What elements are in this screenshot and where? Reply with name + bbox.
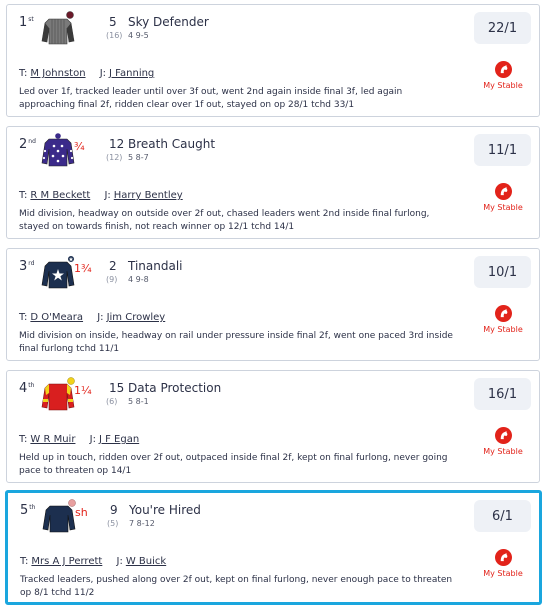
- connections: T: Mrs A J Perrett J: W Buick: [20, 556, 167, 567]
- saddle-number: 15: [109, 381, 125, 395]
- my-stable-button[interactable]: My Stable: [482, 305, 524, 334]
- horse-name: Tinandali: [128, 259, 183, 273]
- race-comment: Held up in touch, ridden over 2f out, ou…: [19, 453, 448, 476]
- horse-name: Breath Caught: [128, 137, 216, 151]
- horse-head-icon: [494, 61, 512, 78]
- age-weight: 5 8-1: [128, 397, 149, 406]
- trainer-link[interactable]: Mrs A J Perrett: [31, 556, 102, 567]
- trainer-link[interactable]: M Johnston: [30, 68, 85, 79]
- result-card: 1st 5 (16) Sky Defender 4 9-5 22/1 T: M J…: [6, 4, 540, 117]
- race-comment: Mid division, headway on outside over 2f…: [19, 209, 430, 232]
- jockey-silk-icon: [42, 499, 76, 533]
- connections: T: M Johnston J: J Fanning: [19, 68, 155, 79]
- trainer-link[interactable]: D O'Meara: [30, 312, 83, 323]
- saddle-number: 2: [109, 259, 117, 273]
- draw-number: (9): [106, 275, 118, 284]
- odds-button[interactable]: 16/1: [474, 378, 531, 410]
- odds-button[interactable]: 10/1: [474, 256, 531, 288]
- saddle-number: 5: [109, 15, 117, 29]
- horse-name: Data Protection: [128, 381, 222, 395]
- trainer-link[interactable]: R M Beckett: [30, 190, 90, 201]
- jockey-link[interactable]: J F Egan: [99, 434, 139, 445]
- distance-beaten: ¾: [74, 140, 85, 153]
- result-card-selected[interactable]: 5th sh 9 (5) You're Hired 7 8-12 6/1 T: M…: [5, 490, 542, 605]
- finish-position: 3rd: [19, 259, 35, 274]
- odds-button[interactable]: 22/1: [474, 12, 531, 44]
- connections: T: D O'Meara J: Jim Crowley: [19, 312, 166, 323]
- my-stable-button[interactable]: My Stable: [482, 183, 524, 212]
- my-stable-button[interactable]: My Stable: [482, 549, 524, 578]
- jockey-silk-icon: [41, 133, 75, 167]
- jockey-silk-icon: [41, 255, 75, 289]
- draw-number: (6): [106, 397, 118, 406]
- finish-position: 5th: [20, 503, 36, 518]
- distance-beaten: 1¼: [74, 384, 92, 397]
- odds-button[interactable]: 11/1: [474, 134, 531, 166]
- horse-name: Sky Defender: [128, 15, 209, 29]
- age-weight: 5 8-7: [128, 153, 149, 162]
- finish-position: 2nd: [19, 137, 36, 152]
- draw-number: (5): [107, 519, 119, 528]
- result-card: 3rd 1¾ 2 (9) Tinandali 4 9-8 10/1 T: D O'…: [6, 248, 540, 361]
- jockey-link[interactable]: Jim Crowley: [107, 312, 166, 323]
- trainer-link[interactable]: W R Muir: [30, 434, 75, 445]
- my-stable-button[interactable]: My Stable: [482, 61, 524, 90]
- finish-position: 1st: [19, 15, 34, 30]
- draw-number: (12): [106, 153, 123, 162]
- race-comment: Mid division on inside, headway on rail …: [19, 331, 453, 354]
- odds-button[interactable]: 6/1: [474, 500, 531, 532]
- my-stable-button[interactable]: My Stable: [482, 427, 524, 456]
- finish-position: 4th: [19, 381, 35, 396]
- horse-name: You're Hired: [129, 503, 201, 517]
- result-card: 4th 1¼ 15 (6) Data Protection 5 8-1 16/1…: [6, 370, 540, 483]
- distance-beaten: 1¾: [74, 262, 92, 275]
- horse-head-icon: [494, 427, 512, 444]
- connections: T: W R Muir J: J F Egan: [19, 434, 140, 445]
- draw-number: (16): [106, 31, 123, 40]
- race-results-list: 1st 5 (16) Sky Defender 4 9-5 22/1 T: M J…: [0, 0, 550, 613]
- jockey-link[interactable]: J Fanning: [109, 68, 154, 79]
- jockey-link[interactable]: Harry Bentley: [114, 190, 183, 201]
- race-comment: Tracked leaders, pushed along over 2f ou…: [20, 575, 453, 598]
- age-weight: 4 9-5: [128, 31, 149, 40]
- connections: T: R M Beckett J: Harry Bentley: [19, 190, 183, 201]
- saddle-number: 9: [110, 503, 118, 517]
- age-weight: 4 9-8: [128, 275, 149, 284]
- saddle-number: 12: [109, 137, 125, 151]
- distance-beaten: sh: [75, 506, 88, 519]
- result-card: 2nd ¾ 12 (12) Breath Caught 5 8-7 11/1 T…: [6, 126, 540, 239]
- horse-head-icon: [494, 549, 512, 566]
- jockey-link[interactable]: W Buick: [126, 556, 166, 567]
- race-comment: Led over 1f, tracked leader until over 3…: [19, 87, 403, 110]
- jockey-silk-icon: [41, 377, 75, 411]
- age-weight: 7 8-12: [129, 519, 155, 528]
- horse-head-icon: [494, 183, 512, 200]
- jockey-silk-icon: [41, 11, 75, 45]
- horse-head-icon: [494, 305, 512, 322]
